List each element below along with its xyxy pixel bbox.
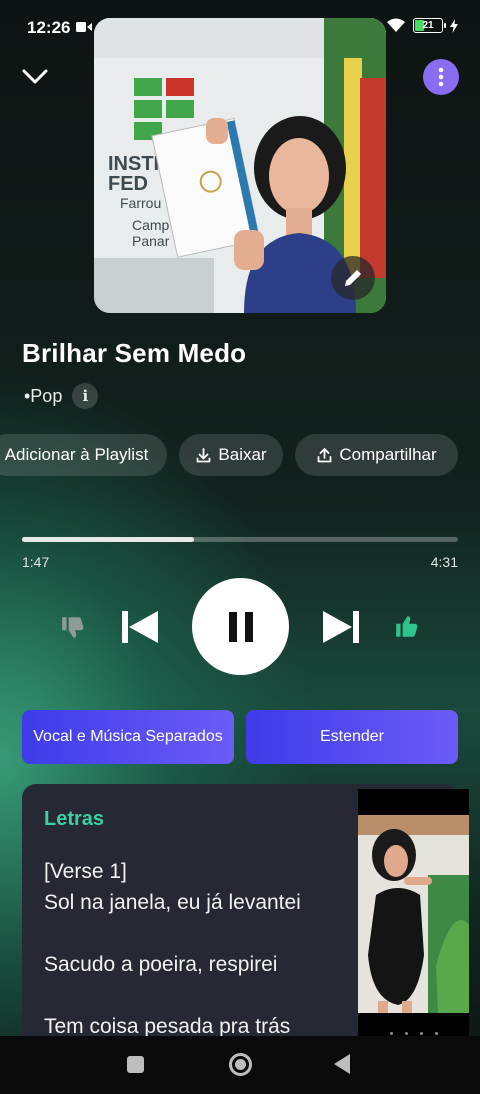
- back-button[interactable]: [334, 1054, 350, 1074]
- current-time: 1:47: [22, 554, 50, 570]
- video-controls-dots: [358, 1032, 469, 1035]
- lyrics-line: [44, 980, 364, 1011]
- total-time: 4:31: [430, 554, 458, 570]
- svg-text:Farrou: Farrou: [120, 195, 161, 211]
- video-frame: [358, 815, 469, 1013]
- share-button[interactable]: Compartilhar: [295, 434, 458, 476]
- edit-cover-button[interactable]: [331, 256, 375, 300]
- lyrics-line: Sol na janela, eu já levantei: [44, 891, 301, 914]
- lyrics-line: [Verse 1]: [44, 860, 127, 883]
- chevron-down-icon: [22, 69, 48, 84]
- extend-button[interactable]: Estender: [246, 710, 458, 764]
- vocal-separation-label: Vocal e Música Separados: [33, 728, 223, 745]
- share-icon: [317, 447, 332, 462]
- video-camera-icon: [76, 22, 92, 32]
- lyrics-line: Sacudo a poeira, respirei: [44, 953, 278, 976]
- like-button[interactable]: [392, 612, 422, 642]
- skip-previous-icon: [122, 611, 158, 643]
- collapse-button[interactable]: [20, 62, 50, 92]
- charging-icon: [450, 18, 458, 33]
- lyrics-line: [44, 918, 364, 949]
- system-nav-bar: [0, 1036, 480, 1094]
- download-button[interactable]: Baixar: [179, 434, 283, 476]
- vocal-separation-button[interactable]: Vocal e Música Separados: [22, 710, 234, 764]
- thumbs-up-icon: [396, 616, 418, 637]
- more-options-button[interactable]: [423, 59, 459, 95]
- song-title: Brilhar Sem Medo: [22, 338, 247, 368]
- dislike-button[interactable]: [58, 612, 88, 642]
- add-to-playlist-label: Adicionar à Playlist: [4, 445, 149, 464]
- recents-button[interactable]: [127, 1056, 144, 1073]
- status-time: 12:26: [27, 18, 71, 37]
- add-to-playlist-button[interactable]: Adicionar à Playlist: [0, 434, 167, 476]
- battery-level: 21: [422, 20, 434, 31]
- svg-text:Panar: Panar: [132, 233, 170, 249]
- battery-icon: 21: [413, 18, 446, 33]
- svg-text:FED: FED: [108, 173, 148, 195]
- lyrics-text: [Verse 1] Sol na janela, eu já levantei …: [44, 856, 364, 1042]
- pause-icon: [228, 611, 253, 642]
- progress-bar[interactable]: [22, 537, 458, 542]
- pencil-icon: [345, 270, 361, 286]
- progress-fill: [22, 537, 195, 542]
- genre-label: •Pop: [24, 385, 63, 406]
- next-track-button[interactable]: [319, 607, 363, 647]
- thumbs-down-icon: [62, 617, 84, 638]
- download-icon: [197, 447, 211, 462]
- lyrics-title: Letras: [44, 808, 105, 830]
- previous-track-button[interactable]: [118, 607, 162, 647]
- wifi-icon: [387, 18, 405, 32]
- svg-text:Camp: Camp: [132, 217, 170, 233]
- pause-button[interactable]: [192, 578, 289, 675]
- share-label: Compartilhar: [339, 445, 437, 464]
- floating-video-thumbnail[interactable]: [358, 789, 469, 1041]
- download-label: Baixar: [218, 445, 267, 464]
- home-button[interactable]: [229, 1053, 252, 1076]
- extend-label: Estender: [319, 728, 385, 745]
- more-vertical-icon: [438, 67, 444, 87]
- info-button[interactable]: i: [72, 383, 99, 409]
- skip-next-icon: [323, 611, 359, 643]
- genre-row: •Pop i: [24, 383, 99, 409]
